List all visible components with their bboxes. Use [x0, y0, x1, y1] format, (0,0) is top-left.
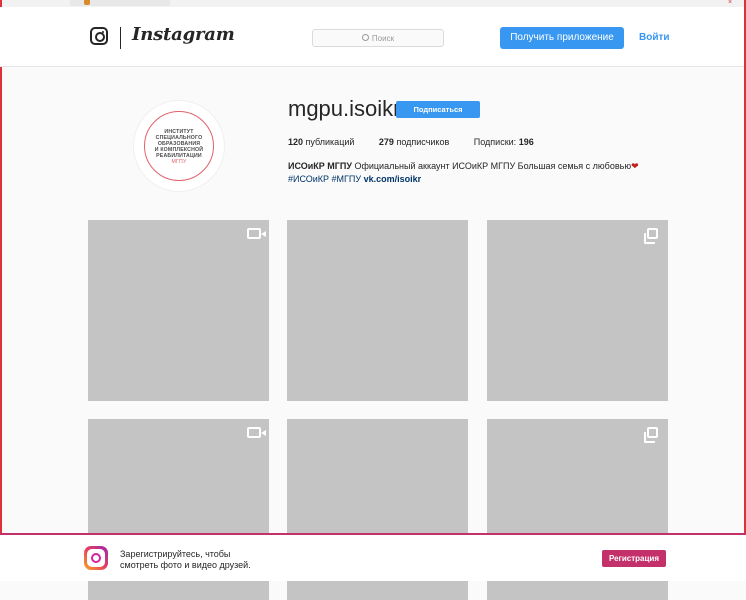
profile-bio: ИСОиКР МГПУ Официальный аккаунт ИСОиКР М… [288, 160, 688, 186]
profile-avatar[interactable]: ИНСТИТУТ СПЕЦИАЛЬНОГО ОБРАЗОВАНИЯ И КОМП… [133, 100, 225, 192]
profile-username: mgpu.isoikr [288, 96, 401, 121]
search-input[interactable]: Поиск [312, 29, 444, 47]
signup-line-1: Зарегистрируйтесь, чтобы [120, 549, 231, 559]
instagram-app-icon [84, 546, 108, 570]
post-thumbnail[interactable] [487, 220, 668, 401]
logo-divider [120, 27, 121, 49]
search-icon [361, 34, 369, 41]
post-thumbnail[interactable] [287, 220, 468, 401]
bio-name: ИСОиКР МГПУ [288, 161, 352, 171]
post-thumbnail[interactable] [88, 220, 269, 401]
profile-stats: 120 публикаций 279 подписчиков Подписки:… [288, 137, 556, 147]
bio-text: Официальный аккаунт ИСОиКР МГПУ Большая … [354, 161, 632, 171]
follow-button[interactable]: Подписаться [396, 101, 480, 118]
instagram-wordmark[interactable]: Instagram [132, 24, 235, 45]
post-image [487, 220, 668, 401]
signup-line-2: смотреть фото и видео друзей. [120, 560, 251, 570]
video-icon [247, 228, 266, 239]
following-label: Подписки: [473, 137, 517, 147]
avatar-line: МГПУ [171, 159, 187, 165]
carousel-icon [644, 228, 658, 244]
login-link[interactable]: Войти [639, 27, 670, 49]
following-count: 196 [518, 137, 534, 147]
bio-link[interactable]: vk.com/isoikr [364, 174, 422, 184]
post-image [88, 220, 269, 401]
posts-stat: 120 публикаций [288, 137, 354, 147]
top-nav-bar: Instagram Поиск Получить приложение Войт… [0, 7, 744, 67]
posts-label: публикаций [305, 137, 355, 147]
register-button[interactable]: Регистрация [602, 550, 666, 567]
instagram-camera-icon[interactable] [90, 27, 108, 45]
get-app-button[interactable]: Получить приложение [500, 27, 624, 49]
signup-prompt: Зарегистрируйтесь, чтобы смотреть фото и… [120, 549, 251, 571]
followers-label: подписчиков [396, 137, 450, 147]
signup-banner: Зарегистрируйтесь, чтобы смотреть фото и… [0, 533, 746, 581]
heart-icon: ❤ [631, 161, 639, 171]
followers-stat[interactable]: 279 подписчиков [379, 137, 449, 147]
post-image [287, 220, 468, 401]
followers-count: 279 [378, 137, 394, 147]
video-icon [247, 427, 266, 438]
avatar-logo-text: ИНСТИТУТ СПЕЦИАЛЬНОГО ОБРАЗОВАНИЯ И КОМП… [134, 129, 224, 165]
bio-hashtags[interactable]: #ИСОиКР #МГПУ [288, 174, 361, 184]
posts-count: 120 [288, 137, 304, 147]
following-stat[interactable]: Подписки: 196 [474, 137, 534, 147]
carousel-icon [644, 427, 658, 443]
search-placeholder: Поиск [371, 34, 395, 43]
